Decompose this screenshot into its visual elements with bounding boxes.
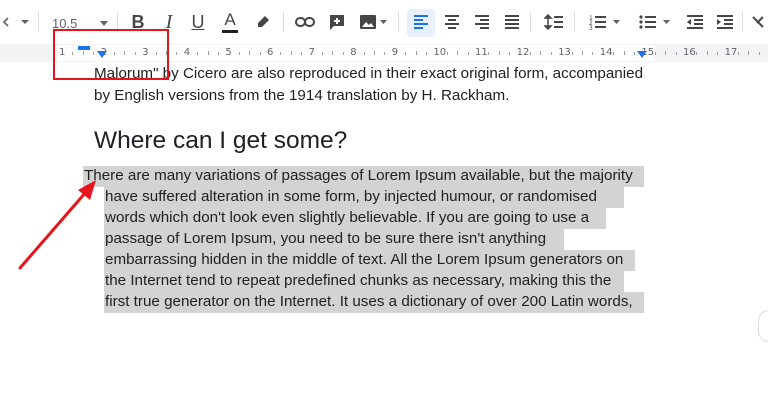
annotation-arrow-icon [18, 180, 96, 270]
